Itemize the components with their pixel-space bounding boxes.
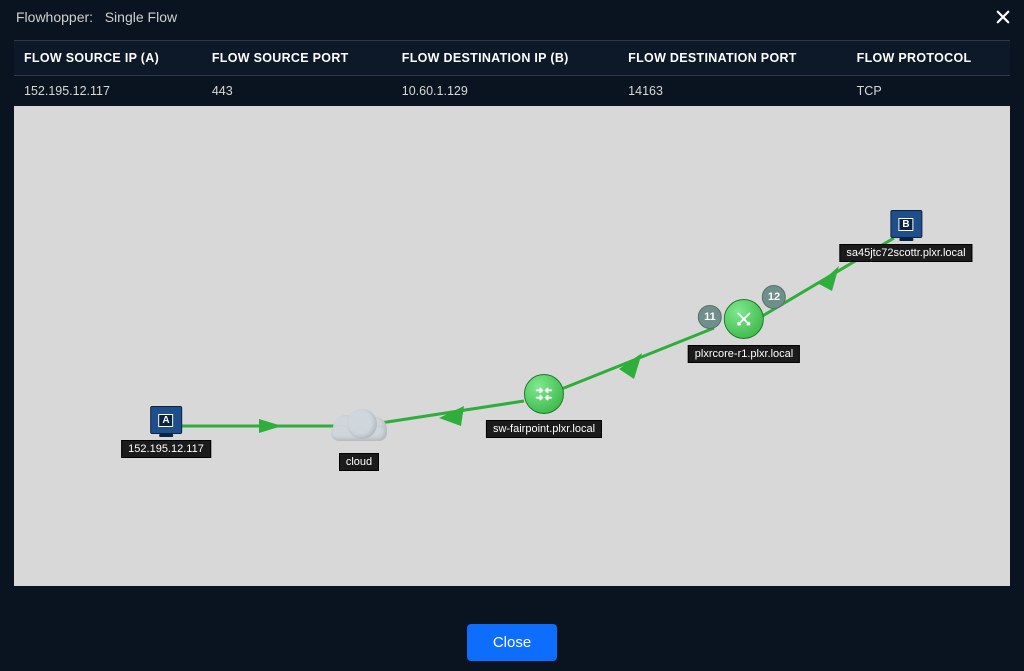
col-src-port: FLOW SOURCE PORT <box>202 41 392 76</box>
node-core-router[interactable]: 11 12 plxrcore-r1.plxr.local <box>688 299 800 363</box>
col-dst-port: FLOW DESTINATION PORT <box>618 41 846 76</box>
host-b-letter: B <box>898 218 913 231</box>
col-protocol: FLOW PROTOCOL <box>847 41 1010 76</box>
cloud-label: cloud <box>339 453 379 471</box>
cell-src-ip: 152.195.12.117 <box>14 76 202 107</box>
flow-table: FLOW SOURCE IP (A) FLOW SOURCE PORT FLOW… <box>14 40 1010 106</box>
host-a-icon: A <box>150 406 182 434</box>
core-router-icon <box>724 299 764 339</box>
table-header-row: FLOW SOURCE IP (A) FLOW SOURCE PORT FLOW… <box>14 41 1010 76</box>
col-src-ip: FLOW SOURCE IP (A) <box>14 41 202 76</box>
cell-dst-port: 14163 <box>618 76 846 107</box>
hop-badge-right: 12 <box>762 285 786 309</box>
node-cloud[interactable]: cloud <box>329 405 389 471</box>
node-host-b[interactable]: B sa45jtc72scottr.plxr.local <box>839 210 972 262</box>
cell-protocol: TCP <box>847 76 1010 107</box>
host-b-icon: B <box>890 210 922 238</box>
topology-links <box>14 106 1010 586</box>
cell-dst-ip: 10.60.1.129 <box>392 76 618 107</box>
host-b-label: sa45jtc72scottr.plxr.local <box>839 244 972 262</box>
col-dst-ip: FLOW DESTINATION IP (B) <box>392 41 618 76</box>
core-router-label: plxrcore-r1.plxr.local <box>688 345 800 363</box>
cell-src-port: 443 <box>202 76 392 107</box>
host-a-letter: A <box>158 414 173 427</box>
cloud-icon <box>329 405 389 443</box>
close-icon[interactable] <box>992 6 1014 28</box>
node-host-a[interactable]: A 152.195.12.117 <box>121 406 211 458</box>
dialog-title-suffix: Single Flow <box>105 9 177 25</box>
close-button[interactable]: Close <box>467 624 557 661</box>
dialog-title: Flowhopper: Single Flow <box>16 9 177 25</box>
dialog-title-prefix: Flowhopper: <box>16 9 93 25</box>
table-row: 152.195.12.117 443 10.60.1.129 14163 TCP <box>14 76 1010 107</box>
host-a-label: 152.195.12.117 <box>121 440 211 458</box>
switch-label: sw-fairpoint.plxr.local <box>486 420 602 438</box>
node-switch[interactable]: sw-fairpoint.plxr.local <box>486 374 602 438</box>
switch-icon <box>524 374 564 414</box>
topology-canvas[interactable]: A 152.195.12.117 cloud sw-fairpoint.plxr… <box>14 106 1010 586</box>
hop-badge-left: 11 <box>698 305 722 329</box>
